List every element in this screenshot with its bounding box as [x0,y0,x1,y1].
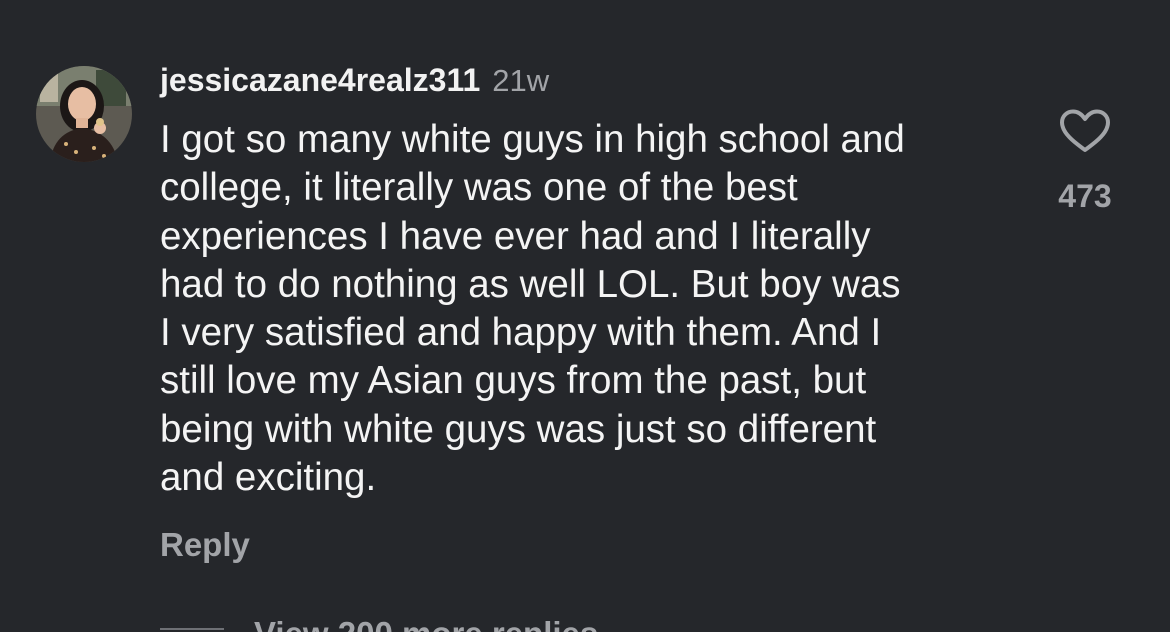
comment-text: I got so many white guys in high school … [160,116,1030,502]
comment-text-line: college, it literally was one of the bes… [160,166,798,210]
comment-text-line: had to do nothing as well LOL. But boy w… [160,262,901,306]
like-button[interactable] [1058,108,1112,154]
timestamp: 21w [492,63,550,98]
like-count: 473 [1058,178,1112,214]
avatar-image [36,66,132,162]
comment-header: jessicazane4realz311 21w [160,62,549,106]
comment-text-line: experiences I have ever had and I litera… [160,214,871,258]
replies-divider [160,628,224,630]
comment-text-line: being with white guys was just so differ… [160,407,877,451]
view-replies-button[interactable]: View 200 more replies [160,612,598,632]
username[interactable]: jessicazane4realz311 [160,62,480,99]
view-replies-label: View 200 more replies [254,614,598,632]
heart-outline-icon [1060,109,1110,152]
comment-item: jessicazane4realz311 21w I got so many w… [0,0,1170,632]
comment-text-line: and exciting. [160,456,377,500]
reply-button[interactable]: Reply [160,526,250,564]
avatar[interactable] [36,66,132,162]
comment-text-line: still love my Asian guys from the past, … [160,359,867,403]
comment-text-line: I very satisfied and happy with them. An… [160,311,882,355]
comment-text-line: I got so many white guys in high school … [160,118,905,161]
